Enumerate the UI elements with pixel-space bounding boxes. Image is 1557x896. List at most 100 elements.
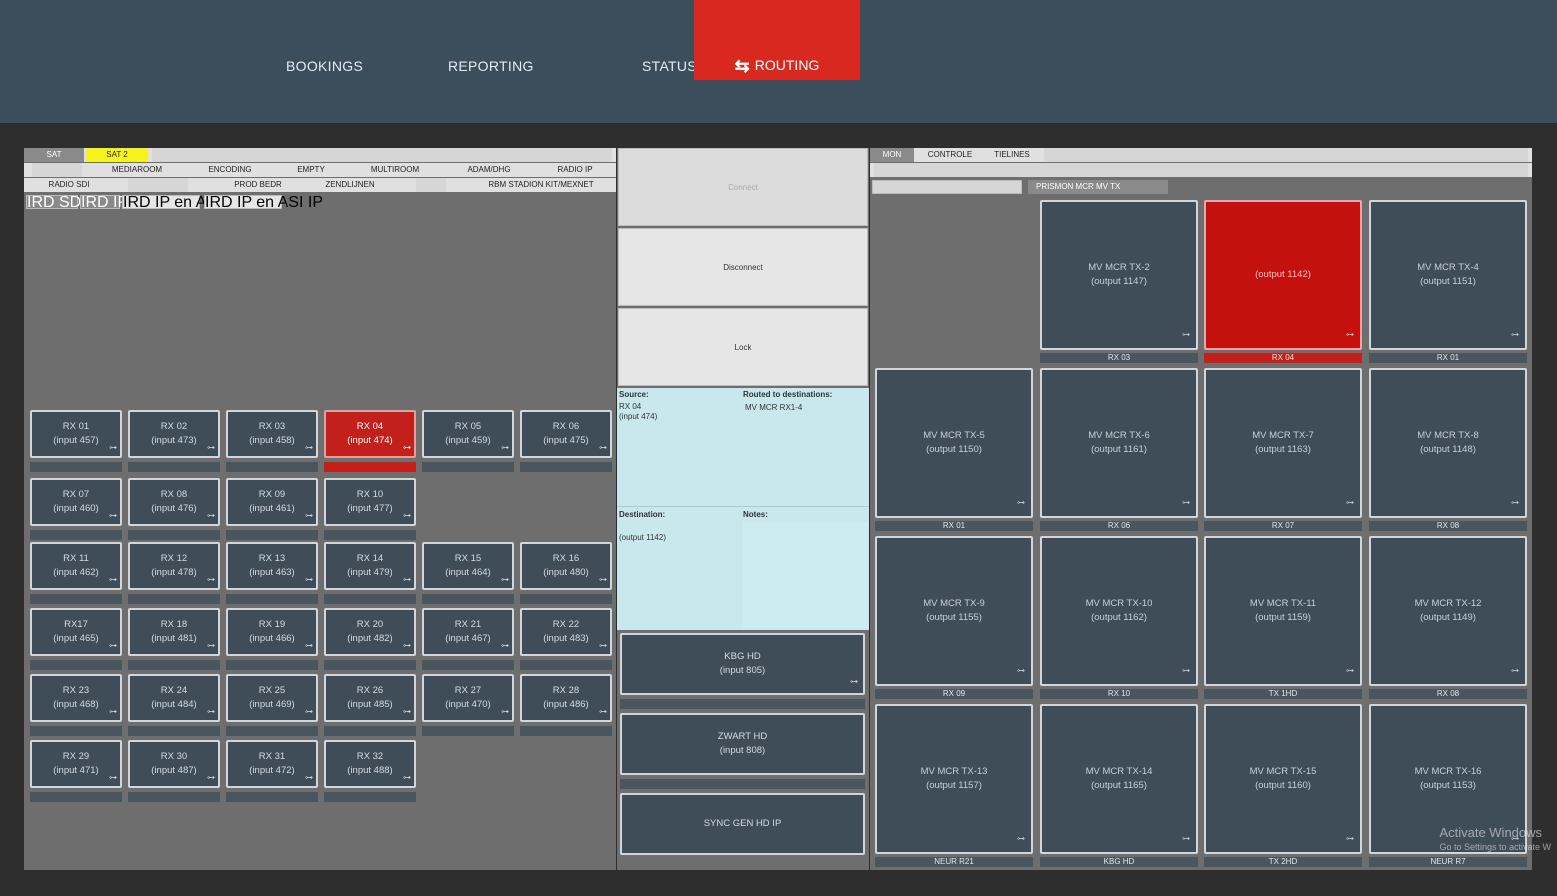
- rx-name: RX 16: [552, 553, 580, 564]
- tab-mediaroom[interactable]: MEDIAROOM: [104, 163, 170, 177]
- rx-tile[interactable]: RX 15 (input 464) ⊶: [422, 542, 514, 590]
- tab-controle[interactable]: CONTROLE: [920, 148, 980, 162]
- rx-tile[interactable]: RX 22 (input 483) ⊶: [520, 608, 612, 656]
- subtab-ird-ip[interactable]: IRD IP: [80, 195, 128, 211]
- subtab-ird-ip-asi-sdi[interactable]: IRD IP en ASI SDI: [122, 195, 253, 211]
- notes-field[interactable]: [743, 522, 868, 628]
- route-icon: ⊶: [599, 575, 607, 584]
- tab-obscured[interactable]: [416, 178, 446, 192]
- tab-prod-bedr[interactable]: PROD BEDR: [230, 178, 286, 192]
- rx-tile[interactable]: RX 30 (input 487) ⊶: [128, 740, 220, 788]
- rx-tile[interactable]: RX 21 (input 467) ⊶: [422, 608, 514, 656]
- output-tile[interactable]: MV MCR TX-13 (output 1157) ⊶: [875, 704, 1033, 854]
- output-tile[interactable]: MV MCR TX-15 (output 1160) ⊶: [1204, 704, 1362, 854]
- subtab-prismon-mcr-mv-tx[interactable]: PRISMON MCR MV TX: [1028, 180, 1168, 194]
- output-tile[interactable]: MV MCR TX-9 (output 1155) ⊶: [875, 536, 1033, 686]
- source-tile[interactable]: KBG HD (input 805) ⊶: [620, 633, 865, 695]
- tab-sat[interactable]: SAT: [24, 148, 84, 162]
- rx-tile[interactable]: RX 26 (input 485) ⊶: [324, 674, 416, 722]
- rx-tile[interactable]: RX 32 (input 488) ⊶: [324, 740, 416, 788]
- connect-button[interactable]: Connect: [618, 148, 868, 226]
- output-tile[interactable]: MV MCR TX-12 (output 1149) ⊶: [1369, 536, 1527, 686]
- rx-tile[interactable]: RX 02 (input 473) ⊶: [128, 410, 220, 458]
- rx-tile[interactable]: RX 19 (input 466) ⊶: [226, 608, 318, 656]
- destination-panel: MON CONTROLE TIELINES PRISMON MCR MV TX …: [870, 148, 1532, 870]
- output-tile[interactable]: MV MCR TX-14 (output 1165) ⊶: [1040, 704, 1198, 854]
- route-icon: ⊶: [1182, 666, 1190, 675]
- tab-sat-2[interactable]: SAT 2: [86, 148, 148, 162]
- tab-obscured[interactable]: [874, 163, 1528, 177]
- rx-port: (input 461): [249, 503, 295, 514]
- tab-adam-dhg[interactable]: ADAM/DHG: [458, 163, 520, 177]
- source-panel: SAT SAT 2 MEDIAROOM ENCODING EMPTY MULTI…: [24, 148, 616, 870]
- rx-tile[interactable]: RX17 (input 465) ⊶: [30, 608, 122, 656]
- rx-tile[interactable]: RX 01 (input 457) ⊶: [30, 410, 122, 458]
- rx-tile[interactable]: RX 24 (input 484) ⊶: [128, 674, 220, 722]
- tab-encoding[interactable]: ENCODING: [200, 163, 260, 177]
- rx-tile[interactable]: RX 12 (input 478) ⊶: [128, 542, 220, 590]
- rx-port: (input 479): [347, 567, 393, 578]
- tab-zendlijnen[interactable]: ZENDLIJNEN: [320, 178, 380, 192]
- rx-tile[interactable]: RX 08 (input 476) ⊶: [128, 478, 220, 526]
- nav-routing[interactable]: ⇆ ROUTING: [694, 0, 860, 80]
- subtab-ird-sdi[interactable]: IRD SDI: [26, 195, 86, 211]
- tab-radio-sdi[interactable]: RADIO SDI: [40, 178, 98, 192]
- rx-tile[interactable]: RX 03 (input 458) ⊶: [226, 410, 318, 458]
- rx-tile[interactable]: RX 07 (input 460) ⊶: [30, 478, 122, 526]
- tab-mon[interactable]: MON: [870, 148, 914, 162]
- rx-tile[interactable]: RX 14 (input 479) ⊶: [324, 542, 416, 590]
- rx-tile[interactable]: RX 06 (input 475) ⊶: [520, 410, 612, 458]
- route-icon: ⊶: [207, 773, 215, 782]
- tab-multiroom[interactable]: MULTIROOM: [364, 163, 426, 177]
- tab-obscured[interactable]: [128, 178, 188, 192]
- rx-tile[interactable]: RX 31 (input 472) ⊶: [226, 740, 318, 788]
- source-tile[interactable]: SYNC GEN HD IP: [620, 793, 865, 855]
- output-tile[interactable]: MV MCR TX-7 (output 1163) ⊶: [1204, 368, 1362, 518]
- route-icon: ⊶: [305, 707, 313, 716]
- rx-tile[interactable]: RX 29 (input 471) ⊶: [30, 740, 122, 788]
- rx-tile[interactable]: RX 16 (input 480) ⊶: [520, 542, 612, 590]
- source-tile[interactable]: ZWART HD (input 808): [620, 713, 865, 775]
- rx-port: (input 473): [151, 435, 197, 446]
- nav-reporting[interactable]: REPORTING: [448, 58, 534, 74]
- rx-tile[interactable]: RX 18 (input 481) ⊶: [128, 608, 220, 656]
- output-port: (output 1162): [1091, 612, 1147, 623]
- output-tile[interactable]: MV MCR TX-8 (output 1148) ⊶: [1369, 368, 1527, 518]
- tab-obscured[interactable]: [32, 163, 82, 177]
- rx-port: (input 465): [53, 633, 99, 644]
- subtab-ird-ip-asi-ip[interactable]: IRD IP en ASI IP: [204, 195, 323, 211]
- rx-tile[interactable]: RX 09 (input 461) ⊶: [226, 478, 318, 526]
- rx-tile[interactable]: RX 04 (input 474) ⊶: [324, 410, 416, 458]
- subtab-obscured[interactable]: [872, 180, 1022, 194]
- rx-tile[interactable]: RX 23 (input 468) ⊶: [30, 674, 122, 722]
- nav-bookings[interactable]: BOOKINGS: [286, 58, 363, 74]
- route-icon: ⊶: [501, 575, 509, 584]
- tab-obscured[interactable]: [152, 148, 612, 162]
- disconnect-button[interactable]: Disconnect: [618, 228, 868, 306]
- tab-obscured[interactable]: [1044, 148, 1528, 162]
- route-icon: ⊶: [305, 641, 313, 650]
- output-tile[interactable]: MV MCR TX-2 (output 1147) ⊶: [1040, 200, 1198, 350]
- output-tile[interactable]: MV MCR TX-4 (output 1151) ⊶: [1369, 200, 1527, 350]
- tab-tielines[interactable]: TIELINES: [986, 148, 1038, 162]
- rx-tile[interactable]: RX 11 (input 462) ⊶: [30, 542, 122, 590]
- nav-status[interactable]: STATUS: [642, 58, 697, 74]
- rx-tile[interactable]: RX 13 (input 463) ⊶: [226, 542, 318, 590]
- tab-radio-ip[interactable]: RADIO IP: [550, 163, 600, 177]
- rx-tile[interactable]: RX 28 (input 486) ⊶: [520, 674, 612, 722]
- output-tile[interactable]: MV MCR TX-10 (output 1162) ⊶: [1040, 536, 1198, 686]
- output-tile[interactable]: MV MCR TX-6 (output 1161) ⊶: [1040, 368, 1198, 518]
- rx-tile[interactable]: RX 20 (input 482) ⊶: [324, 608, 416, 656]
- tab-rbm-stadion[interactable]: RBM STADION KIT/MEXNET: [482, 178, 600, 192]
- rx-tile[interactable]: RX 25 (input 469) ⊶: [226, 674, 318, 722]
- rx-tile[interactable]: RX 05 (input 459) ⊶: [422, 410, 514, 458]
- rx-tile-status: [30, 726, 122, 736]
- output-tile[interactable]: (output 1142) ⊶: [1204, 200, 1362, 350]
- tab-empty[interactable]: EMPTY: [288, 163, 334, 177]
- rx-tile-status: [226, 594, 318, 604]
- output-tile[interactable]: MV MCR TX-5 (output 1150) ⊶: [875, 368, 1033, 518]
- rx-tile[interactable]: RX 10 (input 477) ⊶: [324, 478, 416, 526]
- lock-button[interactable]: Lock: [618, 308, 868, 386]
- output-tile[interactable]: MV MCR TX-11 (output 1159) ⊶: [1204, 536, 1362, 686]
- rx-tile[interactable]: RX 27 (input 470) ⊶: [422, 674, 514, 722]
